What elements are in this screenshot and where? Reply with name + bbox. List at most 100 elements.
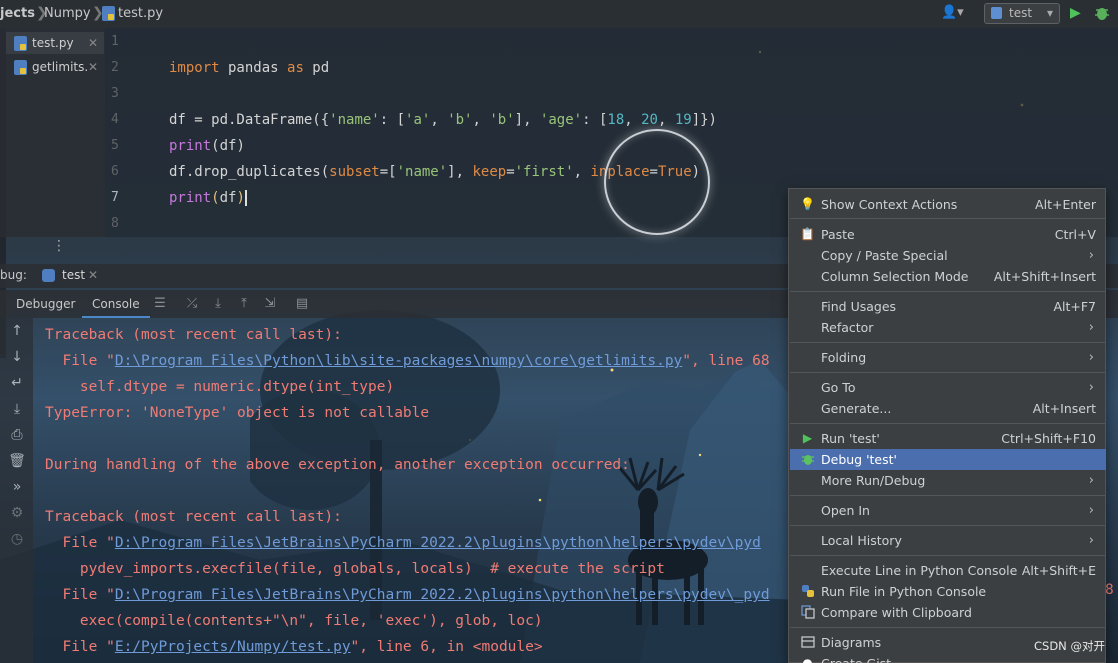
python-icon [42, 269, 55, 282]
console-line: File "D:\Program Files\JetBrains\PyCharm… [45, 535, 761, 551]
menu-lines-icon[interactable]: ☰ [152, 296, 168, 312]
menu-separator [790, 218, 1106, 219]
mouse-click-highlight [604, 129, 710, 235]
menu-item-local-history[interactable]: Local History › [790, 530, 1106, 551]
menu-item-execute-line-in-python-console[interactable]: Execute Line in Python Console Alt+Shift+… [790, 560, 1106, 581]
console-file-link[interactable]: E:/PyProjects/Numpy/test.py [115, 639, 351, 655]
line-number: 4 [111, 112, 119, 127]
bug-icon[interactable] [1094, 4, 1110, 22]
diagram-icon [800, 635, 815, 650]
tab-test-py[interactable]: test.py ✕ [6, 32, 104, 54]
console-file-link[interactable]: D:\Program Files\JetBrains\PyCharm 2022.… [115, 587, 770, 603]
breadcrumb-numpy[interactable]: Numpy [44, 5, 91, 23]
line-number: 1 [111, 34, 119, 49]
soft-wrap-icon[interactable]: ↵ [8, 374, 26, 392]
console-line: Traceback (most recent call last): [45, 509, 342, 525]
chevron-right-icon: › [1088, 380, 1094, 395]
menu-item-run-file-in-python-console[interactable]: Run File in Python Console [790, 581, 1106, 602]
python-icon [800, 584, 815, 599]
run-icon[interactable]: ▶ [1070, 5, 1081, 27]
menu-item-paste[interactable]: 📋 Paste Ctrl+V [790, 224, 1106, 245]
step-over-icon[interactable]: ⤓ [210, 296, 226, 312]
menu-item-open-in[interactable]: Open In › [790, 500, 1106, 521]
python-icon [991, 7, 1002, 19]
console-overflow-text: 8 [1105, 582, 1114, 598]
breadcrumb-test-py[interactable]: test.py [118, 5, 163, 23]
menu-item-show-context-actions[interactable]: 💡 Show Context Actions Alt+Enter [790, 194, 1106, 215]
run-to-cursor-icon[interactable]: ⇲ [262, 296, 278, 312]
github-icon: ● [802, 656, 813, 663]
menu-separator [790, 423, 1106, 424]
console-line: File "E:/PyProjects/Numpy/test.py", line… [45, 639, 543, 655]
code-line-4: df = pd.DataFrame({'name': ['a', 'b', 'b… [169, 112, 717, 128]
menu-separator [790, 555, 1106, 556]
console-file-link[interactable]: D:\Program Files\JetBrains\PyCharm 2022.… [115, 535, 761, 551]
run-configuration-select[interactable]: test ▾ [984, 3, 1060, 24]
menu-separator [790, 525, 1106, 526]
menu-item-copy-paste-special[interactable]: Copy / Paste Special › [790, 245, 1106, 266]
menu-separator [790, 627, 1106, 628]
clock-icon[interactable]: ◷ [8, 530, 26, 548]
evaluate-expression-icon[interactable]: ▤ [294, 296, 310, 312]
code-line-2: import pandas as pd [169, 60, 330, 76]
context-menu: 💡 Show Context Actions Alt+Enter 📋 Paste C… [788, 188, 1106, 663]
tab-debugger[interactable]: Debugger [6, 290, 85, 318]
breadcrumb-projects[interactable]: jects [0, 5, 35, 23]
console-line: Traceback (most recent call last): [45, 327, 342, 343]
menu-item-create-gist[interactable]: ● Create Gist... [790, 653, 1106, 663]
menu-item-debug-test[interactable]: Debug 'test' [790, 449, 1106, 470]
menu-item-refactor[interactable]: Refactor › [790, 317, 1106, 338]
line-number: 3 [111, 86, 119, 101]
close-icon[interactable]: ✕ [88, 32, 98, 54]
debug-side-toolbar: ↑ ↓ ↵ ⤓ ⎙ 🗑 » ⚙ ◷ [0, 318, 33, 663]
run-configuration-label: test [1009, 6, 1033, 20]
line-number: 2 [111, 60, 119, 75]
console-line: TypeError: 'NoneType' object is not call… [45, 405, 430, 421]
chevron-right-icon: › [1088, 503, 1094, 518]
chevron-right-icon: › [1088, 248, 1094, 263]
line-number-gutter: 1 2 3 4 5 6 7 8 [105, 28, 160, 237]
debug-session-tab[interactable]: test [62, 268, 85, 282]
menu-item-go-to[interactable]: Go To › [790, 377, 1106, 398]
show-execution-point-icon[interactable]: ⤰ [184, 296, 200, 312]
menu-separator [790, 342, 1106, 343]
line-number: 5 [111, 138, 119, 153]
menu-item-compare-with-clipboard[interactable]: Compare with Clipboard [790, 602, 1106, 623]
code-line-7: print(df) [169, 190, 247, 206]
more-options-icon[interactable]: ⋮ [52, 238, 66, 254]
close-icon[interactable]: ✕ [88, 268, 98, 282]
menu-item-run-test[interactable]: ▶ Run 'test' Ctrl+Shift+F10 [790, 428, 1106, 449]
close-icon[interactable]: ✕ [88, 56, 98, 78]
run-icon: ▶ [802, 431, 813, 445]
editor-tabs: test.py ✕ getlimits. ✕ ⋮ [0, 28, 105, 254]
bug-icon [800, 452, 815, 467]
arrow-up-icon[interactable]: ↑ [8, 322, 26, 340]
menu-item-find-usages[interactable]: Find Usages Alt+F7 [790, 296, 1106, 317]
arrow-down-icon[interactable]: ↓ [8, 348, 26, 366]
menu-item-folding[interactable]: Folding › [790, 347, 1106, 368]
trash-icon[interactable]: 🗑 [8, 452, 26, 470]
settings-icon[interactable]: ⚙ [8, 504, 26, 522]
chevron-right-icon: › [1088, 320, 1094, 335]
tab-getlimits[interactable]: getlimits. ✕ [6, 56, 104, 78]
console-line: File "D:\Program Files\Python\lib\site-p… [45, 353, 770, 369]
console-line: exec(compile(contents+"\n", file, 'exec'… [45, 613, 543, 629]
chevron-right-icon: › [1088, 473, 1094, 488]
tab-console[interactable]: Console [82, 290, 150, 318]
console-file-link[interactable]: D:\Program Files\Python\lib\site-package… [115, 353, 682, 369]
tab-label: test.py [32, 36, 74, 50]
menu-item-column-selection-mode[interactable]: Column Selection Mode Alt+Shift+Insert [790, 266, 1106, 287]
scroll-to-end-icon[interactable]: ⤓ [8, 400, 26, 418]
expand-icon[interactable]: » [8, 478, 26, 496]
menu-item-generate[interactable]: Generate... Alt+Insert [790, 398, 1106, 419]
navigation-bar: jects ❯ Numpy ❯ test.py 👤▾ test ▾ ▶ [0, 0, 1118, 28]
menu-separator [790, 372, 1106, 373]
line-number: 8 [111, 216, 119, 231]
line-number: 6 [111, 164, 119, 179]
user-icon[interactable]: 👤▾ [941, 5, 964, 27]
step-out-icon[interactable]: ⤒ [236, 296, 252, 312]
console-line: During handling of the above exception, … [45, 457, 630, 473]
menu-item-more-run-debug[interactable]: More Run/Debug › [790, 470, 1106, 491]
compare-icon [800, 605, 815, 620]
print-icon[interactable]: ⎙ [8, 426, 26, 444]
